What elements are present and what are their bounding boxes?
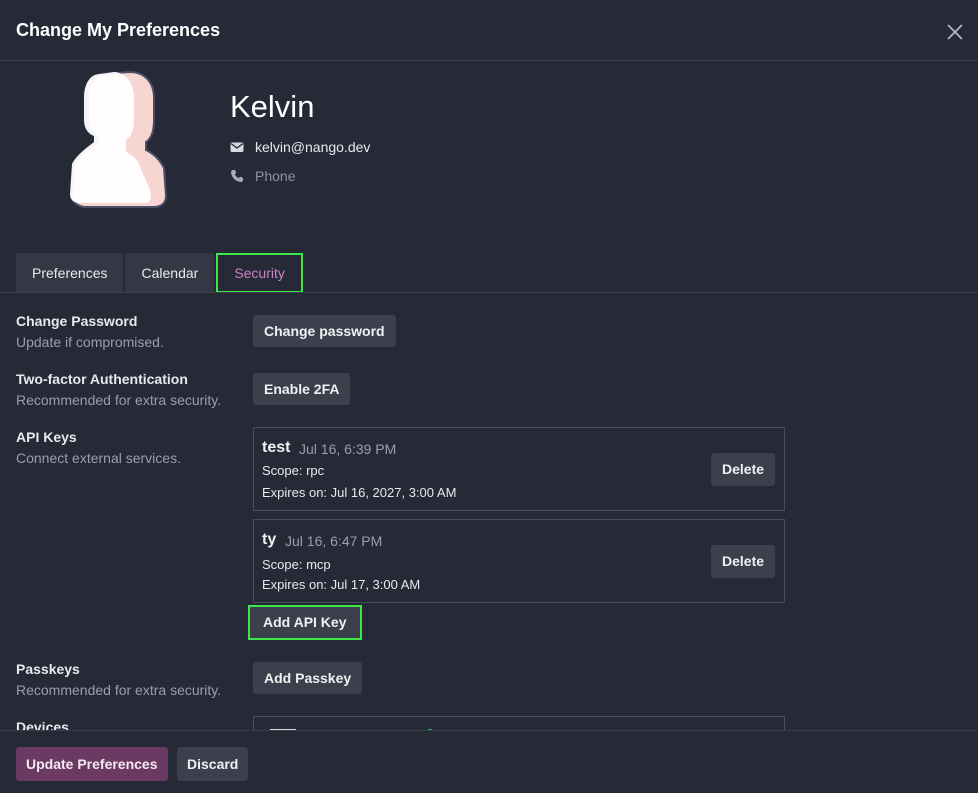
api-key-scope: Scope: rpc bbox=[262, 463, 325, 478]
enable-2fa-button[interactable]: Enable 2FA bbox=[253, 373, 351, 405]
envelope-icon bbox=[230, 140, 244, 154]
api-key-created: Jul 16, 6:39 PM bbox=[299, 441, 397, 457]
two-factor-subtitle: Recommended for extra security. bbox=[16, 392, 222, 408]
delete-api-key-button[interactable]: Delete bbox=[711, 545, 776, 578]
two-factor-title: Two-factor Authentication bbox=[16, 371, 188, 387]
dialog-footer: Update Preferences Discard bbox=[0, 730, 978, 793]
security-panel[interactable]: Change Password Update if compromised. C… bbox=[0, 293, 978, 730]
api-key-scope: Scope: mcp bbox=[262, 557, 331, 572]
preference-tabs: Preferences Calendar Security bbox=[16, 253, 305, 293]
api-key-card: ty Jul 16, 6:47 PM Scope: mcp Expires on… bbox=[253, 519, 785, 603]
add-api-key-button[interactable]: Add API Key bbox=[248, 605, 362, 640]
preferences-dialog: Change My Preferences Kelvin kelvin@nang… bbox=[0, 0, 978, 793]
update-preferences-button[interactable]: Update Preferences bbox=[16, 747, 168, 781]
profile-section: Kelvin kelvin@nango.dev Phone bbox=[0, 61, 978, 251]
add-passkey-button[interactable]: Add Passkey bbox=[253, 662, 363, 694]
api-key-name: test bbox=[262, 439, 291, 456]
tab-preferences[interactable]: Preferences bbox=[16, 253, 124, 293]
api-key-expires: Expires on: Jul 16, 2027, 3:00 AM bbox=[262, 485, 457, 500]
api-key-created: Jul 16, 6:47 PM bbox=[285, 533, 383, 549]
tab-calendar[interactable]: Calendar bbox=[125, 253, 215, 293]
discard-button[interactable]: Discard bbox=[177, 747, 249, 781]
passkeys-subtitle: Recommended for extra security. bbox=[16, 682, 222, 698]
change-password-button[interactable]: Change password bbox=[253, 315, 396, 347]
devices-title: Devices bbox=[16, 719, 69, 730]
email-row: kelvin@nango.dev bbox=[230, 139, 370, 155]
profile-name: Kelvin bbox=[230, 89, 315, 124]
phone-icon bbox=[230, 169, 244, 183]
api-keys-title: API Keys bbox=[16, 429, 77, 445]
tab-security[interactable]: Security bbox=[216, 253, 303, 293]
phone-row[interactable]: Phone bbox=[230, 168, 295, 184]
api-key-name: ty bbox=[262, 531, 277, 548]
dialog-header: Change My Preferences bbox=[0, 0, 978, 61]
dialog-title: Change My Preferences bbox=[16, 20, 221, 40]
api-keys-subtitle: Connect external services. bbox=[16, 450, 181, 466]
api-key-card: test Jul 16, 6:39 PM Scope: rpc Expires … bbox=[253, 427, 785, 511]
close-icon[interactable] bbox=[944, 21, 966, 43]
profile-email: kelvin@nango.dev bbox=[255, 139, 371, 155]
delete-api-key-button[interactable]: Delete bbox=[711, 453, 776, 486]
api-key-expires: Expires on: Jul 17, 3:00 AM bbox=[262, 577, 421, 592]
change-password-subtitle: Update if compromised. bbox=[16, 334, 164, 350]
device-card bbox=[253, 716, 785, 730]
phone-field[interactable]: Phone bbox=[255, 168, 295, 184]
passkeys-title: Passkeys bbox=[16, 661, 80, 677]
avatar[interactable] bbox=[70, 70, 170, 210]
change-password-title: Change Password bbox=[16, 313, 138, 329]
